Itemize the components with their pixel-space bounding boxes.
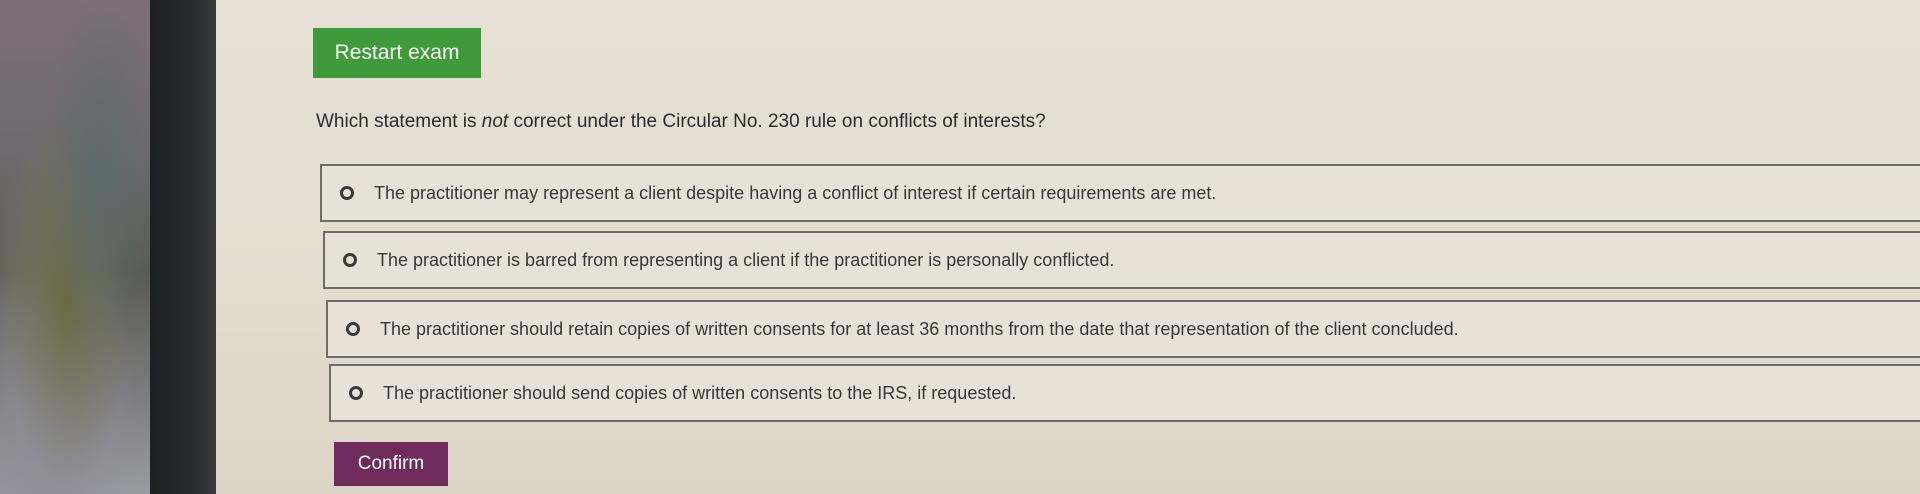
restart-exam-button[interactable]: Restart exam	[313, 28, 481, 78]
answer-option-label: The practitioner should retain copies of…	[380, 318, 1459, 339]
monitor-bezel	[150, 0, 216, 494]
radio-icon[interactable]	[340, 186, 354, 200]
radio-icon[interactable]	[346, 322, 360, 336]
answer-option[interactable]: The practitioner may represent a client …	[320, 164, 1920, 222]
confirm-button[interactable]: Confirm	[334, 442, 448, 486]
question-emphasis: not	[481, 111, 509, 132]
question-prefix: Which statement is	[316, 111, 482, 132]
radio-icon[interactable]	[343, 253, 357, 267]
background-photo	[0, 0, 170, 494]
answer-option-label: The practitioner should send copies of w…	[383, 382, 1017, 403]
answer-option[interactable]: The practitioner is barred from represen…	[323, 231, 1920, 289]
question-suffix: correct under the Circular No. 230 rule …	[508, 111, 1046, 132]
question-text: Which statement is not correct under the…	[316, 111, 1046, 133]
answer-option-label: The practitioner is barred from represen…	[377, 249, 1115, 270]
radio-icon[interactable]	[349, 386, 363, 400]
answer-option[interactable]: The practitioner should retain copies of…	[326, 300, 1920, 358]
answer-option-label: The practitioner may represent a client …	[374, 182, 1217, 203]
answer-option[interactable]: The practitioner should send copies of w…	[329, 364, 1920, 422]
